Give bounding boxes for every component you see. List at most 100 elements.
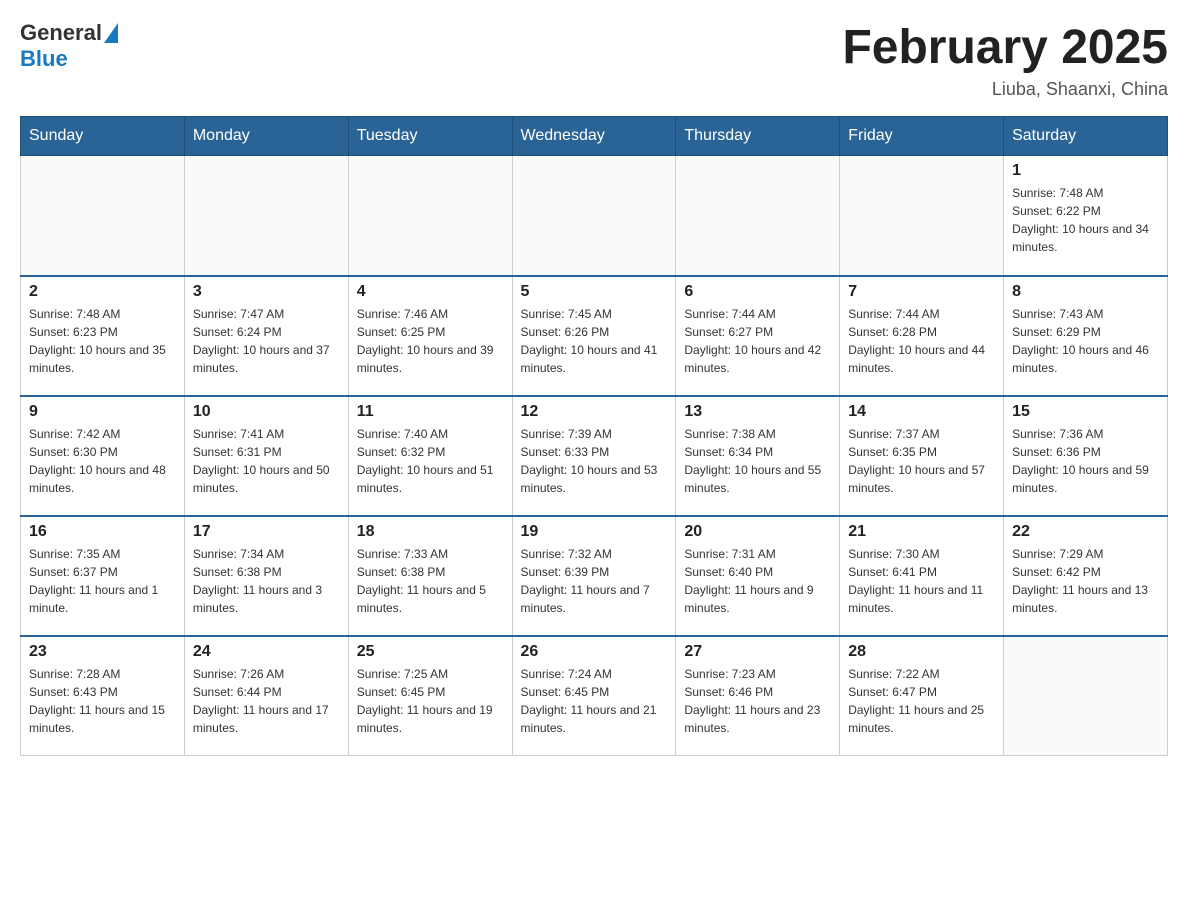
logo-general-text: General bbox=[20, 20, 102, 46]
calendar-day-cell bbox=[840, 156, 1004, 276]
day-info: Sunrise: 7:35 AM Sunset: 6:37 PM Dayligh… bbox=[29, 545, 176, 617]
day-of-week-header: Friday bbox=[840, 117, 1004, 156]
day-info: Sunrise: 7:22 AM Sunset: 6:47 PM Dayligh… bbox=[848, 665, 995, 737]
day-info: Sunrise: 7:43 AM Sunset: 6:29 PM Dayligh… bbox=[1012, 305, 1159, 377]
calendar-day-cell: 13 Sunrise: 7:38 AM Sunset: 6:34 PM Dayli… bbox=[676, 396, 840, 516]
day-number: 24 bbox=[193, 643, 340, 661]
day-info: Sunrise: 7:25 AM Sunset: 6:45 PM Dayligh… bbox=[357, 665, 504, 737]
calendar-day-cell: 9 Sunrise: 7:42 AM Sunset: 6:30 PM Daylig… bbox=[21, 396, 185, 516]
calendar-day-cell: 4 Sunrise: 7:46 AM Sunset: 6:25 PM Daylig… bbox=[348, 276, 512, 396]
day-number: 4 bbox=[357, 283, 504, 301]
day-info: Sunrise: 7:39 AM Sunset: 6:33 PM Dayligh… bbox=[521, 425, 668, 497]
logo-triangle-icon bbox=[104, 23, 118, 43]
day-of-week-header: Saturday bbox=[1004, 117, 1168, 156]
calendar-week-row: 1 Sunrise: 7:48 AM Sunset: 6:22 PM Daylig… bbox=[21, 156, 1168, 276]
day-info: Sunrise: 7:28 AM Sunset: 6:43 PM Dayligh… bbox=[29, 665, 176, 737]
calendar-day-cell: 25Sunrise: 7:25 AM Sunset: 6:45 PM Dayli… bbox=[348, 636, 512, 756]
day-number: 20 bbox=[684, 523, 831, 541]
day-of-week-header: Wednesday bbox=[512, 117, 676, 156]
calendar-day-cell: 11 Sunrise: 7:40 AM Sunset: 6:32 PM Dayli… bbox=[348, 396, 512, 516]
day-number: 14 bbox=[848, 403, 995, 421]
day-of-week-header: Tuesday bbox=[348, 117, 512, 156]
day-number: 22 bbox=[1012, 523, 1159, 541]
calendar-day-cell bbox=[676, 156, 840, 276]
day-info: Sunrise: 7:32 AM Sunset: 6:39 PM Dayligh… bbox=[521, 545, 668, 617]
day-number: 11 bbox=[357, 403, 504, 421]
calendar-day-cell: 17 Sunrise: 7:34 AM Sunset: 6:38 PM Dayli… bbox=[184, 516, 348, 636]
day-info: Sunrise: 7:29 AM Sunset: 6:42 PM Dayligh… bbox=[1012, 545, 1159, 617]
day-info: Sunrise: 7:44 AM Sunset: 6:27 PM Dayligh… bbox=[684, 305, 831, 377]
calendar-day-cell: 7 Sunrise: 7:44 AM Sunset: 6:28 PM Daylig… bbox=[840, 276, 1004, 396]
calendar-day-cell: 22 Sunrise: 7:29 AM Sunset: 6:42 PM Dayli… bbox=[1004, 516, 1168, 636]
calendar-day-cell: 6 Sunrise: 7:44 AM Sunset: 6:27 PM Daylig… bbox=[676, 276, 840, 396]
day-info: Sunrise: 7:30 AM Sunset: 6:41 PM Dayligh… bbox=[848, 545, 995, 617]
calendar-day-cell bbox=[1004, 636, 1168, 756]
day-info: Sunrise: 7:38 AM Sunset: 6:34 PM Dayligh… bbox=[684, 425, 831, 497]
calendar-day-cell bbox=[512, 156, 676, 276]
calendar-day-cell bbox=[184, 156, 348, 276]
day-number: 1 bbox=[1012, 162, 1159, 180]
calendar-table: SundayMondayTuesdayWednesdayThursdayFrid… bbox=[20, 116, 1168, 756]
day-info: Sunrise: 7:48 AM Sunset: 6:22 PM Dayligh… bbox=[1012, 184, 1159, 256]
day-info: Sunrise: 7:31 AM Sunset: 6:40 PM Dayligh… bbox=[684, 545, 831, 617]
calendar-week-row: 9 Sunrise: 7:42 AM Sunset: 6:30 PM Daylig… bbox=[21, 396, 1168, 516]
day-info: Sunrise: 7:34 AM Sunset: 6:38 PM Dayligh… bbox=[193, 545, 340, 617]
day-number: 19 bbox=[521, 523, 668, 541]
day-number: 18 bbox=[357, 523, 504, 541]
calendar-week-row: 23 Sunrise: 7:28 AM Sunset: 6:43 PM Dayli… bbox=[21, 636, 1168, 756]
day-info: Sunrise: 7:33 AM Sunset: 6:38 PM Dayligh… bbox=[357, 545, 504, 617]
day-number: 21 bbox=[848, 523, 995, 541]
day-number: 13 bbox=[684, 403, 831, 421]
day-info: Sunrise: 7:42 AM Sunset: 6:30 PM Dayligh… bbox=[29, 425, 176, 497]
day-number: 27 bbox=[684, 643, 831, 661]
calendar-day-cell: 27 Sunrise: 7:23 AM Sunset: 6:46 PM Dayli… bbox=[676, 636, 840, 756]
day-number: 28 bbox=[848, 643, 995, 661]
calendar-day-cell: 8 Sunrise: 7:43 AM Sunset: 6:29 PM Daylig… bbox=[1004, 276, 1168, 396]
calendar-day-cell: 10 Sunrise: 7:41 AM Sunset: 6:31 PM Dayli… bbox=[184, 396, 348, 516]
calendar-day-cell: 1 Sunrise: 7:48 AM Sunset: 6:22 PM Daylig… bbox=[1004, 156, 1168, 276]
calendar-day-cell: 16 Sunrise: 7:35 AM Sunset: 6:37 PM Dayli… bbox=[21, 516, 185, 636]
day-number: 5 bbox=[521, 283, 668, 301]
logo-blue-text: Blue bbox=[20, 46, 68, 72]
day-info: Sunrise: 7:23 AM Sunset: 6:46 PM Dayligh… bbox=[684, 665, 831, 737]
day-info: Sunrise: 7:46 AM Sunset: 6:25 PM Dayligh… bbox=[357, 305, 504, 377]
day-number: 8 bbox=[1012, 283, 1159, 301]
calendar-day-cell: 20 Sunrise: 7:31 AM Sunset: 6:40 PM Dayli… bbox=[676, 516, 840, 636]
calendar-day-cell bbox=[348, 156, 512, 276]
calendar-day-cell: 3Sunrise: 7:47 AM Sunset: 6:24 PM Daylig… bbox=[184, 276, 348, 396]
day-info: Sunrise: 7:45 AM Sunset: 6:26 PM Dayligh… bbox=[521, 305, 668, 377]
calendar-day-cell: 15 Sunrise: 7:36 AM Sunset: 6:36 PM Dayli… bbox=[1004, 396, 1168, 516]
day-info: Sunrise: 7:47 AM Sunset: 6:24 PM Dayligh… bbox=[193, 305, 340, 377]
day-info: Sunrise: 7:36 AM Sunset: 6:36 PM Dayligh… bbox=[1012, 425, 1159, 497]
calendar-day-cell: 19 Sunrise: 7:32 AM Sunset: 6:39 PM Dayli… bbox=[512, 516, 676, 636]
day-info: Sunrise: 7:26 AM Sunset: 6:44 PM Dayligh… bbox=[193, 665, 340, 737]
calendar-day-cell: 14 Sunrise: 7:37 AM Sunset: 6:35 PM Dayli… bbox=[840, 396, 1004, 516]
day-number: 7 bbox=[848, 283, 995, 301]
day-number: 9 bbox=[29, 403, 176, 421]
calendar-day-cell: 12Sunrise: 7:39 AM Sunset: 6:33 PM Dayli… bbox=[512, 396, 676, 516]
page-header: General Blue February 2025 Liuba, Shaanx… bbox=[20, 20, 1168, 100]
day-info: Sunrise: 7:48 AM Sunset: 6:23 PM Dayligh… bbox=[29, 305, 176, 377]
day-number: 16 bbox=[29, 523, 176, 541]
day-number: 10 bbox=[193, 403, 340, 421]
day-number: 15 bbox=[1012, 403, 1159, 421]
day-number: 26 bbox=[521, 643, 668, 661]
calendar-day-cell: 21 Sunrise: 7:30 AM Sunset: 6:41 PM Dayli… bbox=[840, 516, 1004, 636]
day-number: 6 bbox=[684, 283, 831, 301]
day-info: Sunrise: 7:41 AM Sunset: 6:31 PM Dayligh… bbox=[193, 425, 340, 497]
title-area: February 2025 Liuba, Shaanxi, China bbox=[842, 20, 1168, 100]
calendar-day-cell: 24 Sunrise: 7:26 AM Sunset: 6:44 PM Dayli… bbox=[184, 636, 348, 756]
day-info: Sunrise: 7:44 AM Sunset: 6:28 PM Dayligh… bbox=[848, 305, 995, 377]
location-subtitle: Liuba, Shaanxi, China bbox=[842, 79, 1168, 100]
calendar-day-cell: 26 Sunrise: 7:24 AM Sunset: 6:45 PM Dayli… bbox=[512, 636, 676, 756]
calendar-week-row: 2Sunrise: 7:48 AM Sunset: 6:23 PM Daylig… bbox=[21, 276, 1168, 396]
day-number: 23 bbox=[29, 643, 176, 661]
day-info: Sunrise: 7:37 AM Sunset: 6:35 PM Dayligh… bbox=[848, 425, 995, 497]
day-of-week-header: Thursday bbox=[676, 117, 840, 156]
calendar-header: SundayMondayTuesdayWednesdayThursdayFrid… bbox=[21, 117, 1168, 156]
day-info: Sunrise: 7:40 AM Sunset: 6:32 PM Dayligh… bbox=[357, 425, 504, 497]
calendar-day-cell bbox=[21, 156, 185, 276]
day-info: Sunrise: 7:24 AM Sunset: 6:45 PM Dayligh… bbox=[521, 665, 668, 737]
calendar-day-cell: 28 Sunrise: 7:22 AM Sunset: 6:47 PM Dayli… bbox=[840, 636, 1004, 756]
day-number: 17 bbox=[193, 523, 340, 541]
